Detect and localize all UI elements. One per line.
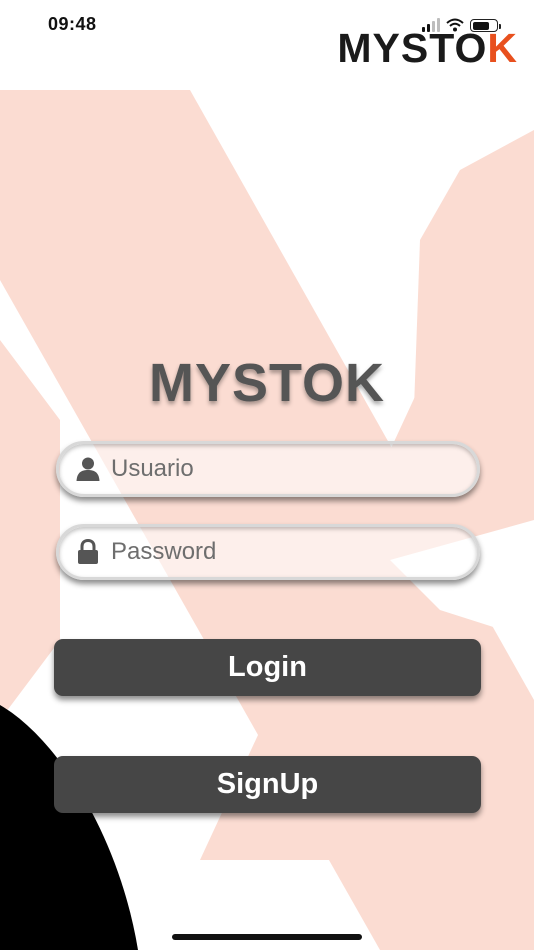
status-time: 09:48	[48, 14, 97, 34]
login-button[interactable]: Login	[54, 639, 481, 696]
user-icon	[75, 455, 101, 483]
lock-icon	[75, 538, 101, 566]
username-input[interactable]	[111, 455, 441, 483]
password-input[interactable]	[111, 538, 441, 566]
username-field[interactable]	[56, 441, 480, 497]
logo-main-text: MYSTO	[337, 25, 488, 71]
password-field[interactable]	[56, 524, 480, 580]
signup-button[interactable]: SignUp	[54, 756, 481, 813]
home-indicator[interactable]	[172, 934, 362, 940]
header-logo: MYSTOK	[337, 28, 518, 69]
logo-accent-letter: K	[487, 25, 518, 71]
app-title: MYSTOK	[148, 353, 386, 413]
login-screen: 09:48 MYSTOK MYSTOK Usuario Login SignUp	[0, 0, 534, 950]
